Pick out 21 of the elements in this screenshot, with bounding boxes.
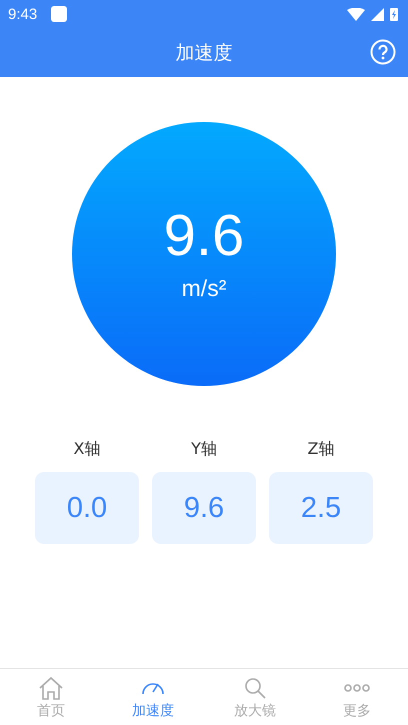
page-title: 加速度 bbox=[176, 40, 232, 66]
axis-value: 2.5 bbox=[300, 492, 342, 524]
home-icon bbox=[38, 674, 64, 700]
help-icon[interactable] bbox=[370, 39, 396, 65]
signal-icon bbox=[371, 8, 384, 20]
more-icon bbox=[344, 684, 370, 692]
notification-icon bbox=[51, 6, 68, 22]
nav-tab[interactable]: 更多 bbox=[306, 669, 408, 725]
axis-value: 0.0 bbox=[66, 492, 108, 524]
wifi-icon bbox=[347, 8, 365, 20]
axis-label: Z轴 bbox=[308, 439, 334, 460]
gauge-unit: m/s² bbox=[182, 274, 226, 302]
nav-tab[interactable]: 首页 bbox=[0, 669, 102, 725]
nav-tab[interactable]: 放大镜 bbox=[204, 669, 306, 725]
axis-label: Y轴 bbox=[191, 439, 217, 460]
gauge-value: 9.6 bbox=[164, 206, 244, 264]
nav-tab[interactable]: 加速度 bbox=[102, 669, 204, 725]
battery-icon bbox=[390, 7, 398, 21]
axis-label: X轴 bbox=[74, 439, 100, 460]
axis-value: 9.6 bbox=[184, 492, 224, 524]
status-time: 9:43 bbox=[8, 6, 38, 22]
